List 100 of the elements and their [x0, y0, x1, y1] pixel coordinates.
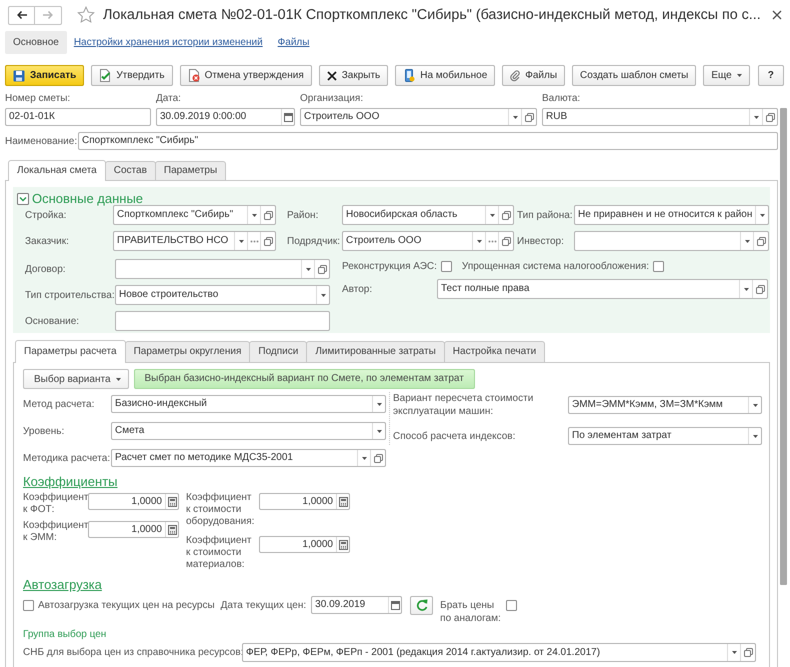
calendar-button[interactable]: [281, 109, 294, 125]
dropdown-button[interactable]: [301, 260, 314, 278]
variant-menu-button[interactable]: Выбор варианта: [23, 369, 129, 389]
tab[interactable]: Подписи: [249, 341, 308, 362]
refresh-button[interactable]: [410, 596, 434, 614]
dropdown-button[interactable]: [755, 206, 768, 224]
open-button[interactable]: [370, 450, 385, 466]
window-title: Локальная смета №02-01-01К Спорткомплекс "Сибирь" (базисно-индексный метод, индексы по с...: [103, 7, 762, 23]
dropdown-button[interactable]: [508, 109, 521, 125]
close-icon[interactable]: [772, 10, 782, 20]
dropdown-field[interactable]: Новое строительство: [115, 285, 330, 305]
tab[interactable]: Настройка печати: [444, 341, 546, 362]
number-field[interactable]: 1,0000: [259, 493, 350, 510]
dropdown-button[interactable]: [372, 423, 385, 439]
dropdown-field[interactable]: [115, 259, 330, 279]
dropdown-field[interactable]: Смета: [111, 422, 386, 440]
section-heading[interactable]: Автозагрузка: [23, 578, 102, 592]
dropdown-button[interactable]: [485, 206, 498, 224]
dropdown-button[interactable]: [748, 397, 761, 413]
dropdown-field[interactable]: Расчет смет по методике МДС35-2001: [111, 449, 386, 467]
close-button[interactable]: Закрыть: [318, 65, 388, 86]
dropdown-field[interactable]: По элементам затрат: [568, 427, 762, 445]
dropdown-field[interactable]: ФЕР, ФЕРр, ФЕРм, ФЕРп - 2001 (редакция 2014 г.актуализир. от 24.01.2017): [242, 643, 756, 662]
tab[interactable]: Параметры: [154, 161, 226, 180]
more-button[interactable]: Еще: [703, 65, 750, 86]
tab[interactable]: Параметры расчета: [15, 340, 126, 363]
field-label: Организация:: [300, 92, 364, 106]
number-field[interactable]: 1,0000: [88, 493, 179, 510]
checkbox[interactable]: [506, 600, 518, 611]
star-icon[interactable]: [77, 6, 95, 24]
open-button[interactable]: [498, 206, 513, 224]
calculator-button[interactable]: [336, 537, 349, 552]
open-button[interactable]: [753, 232, 768, 250]
calendar-icon: [284, 112, 292, 122]
dropdown-field[interactable]: ЭММ=ЭММ*Кэмм, ЗМ=ЗМ*Кэмм: [568, 396, 762, 414]
dropdown-button[interactable]: [357, 450, 370, 466]
save-button[interactable]: Записать: [5, 65, 84, 86]
dropdown-button[interactable]: [234, 232, 247, 250]
open-button[interactable]: [260, 232, 275, 250]
open-button[interactable]: [762, 109, 777, 125]
calculator-button[interactable]: [165, 522, 178, 537]
dots-icon: [488, 240, 496, 242]
checkbox[interactable]: [440, 260, 452, 272]
calculator-button[interactable]: [336, 494, 349, 509]
open-button[interactable]: [498, 232, 513, 250]
dropdown-button[interactable]: [749, 109, 762, 125]
files-button[interactable]: Файлы: [502, 65, 566, 86]
dropdown-field[interactable]: Строитель ООО: [300, 108, 537, 126]
number-field[interactable]: 1,0000: [88, 521, 179, 538]
number-field[interactable]: 1,0000: [259, 536, 350, 553]
create-template-button[interactable]: Создать шаблон сметы: [572, 65, 696, 86]
dropdown-field[interactable]: Базисно-индексный: [111, 395, 386, 413]
section-link[interactable]: Настройки хранения истории изменений: [74, 37, 263, 48]
help-button[interactable]: ?: [758, 65, 784, 86]
dropdown-field[interactable]: Не приравнен и не относится к район: [574, 205, 769, 225]
dropdown-button[interactable]: [740, 232, 753, 250]
cancel-approval-button[interactable]: Отмена утверждения: [180, 65, 312, 86]
approve-button[interactable]: Утвердить: [91, 65, 173, 86]
caret-icon: [760, 214, 764, 216]
dropdown-button[interactable]: [472, 232, 485, 250]
checkbox[interactable]: [23, 600, 34, 610]
dropdown-button[interactable]: [372, 396, 385, 412]
tab[interactable]: Локальная смета: [8, 160, 106, 181]
open-button[interactable]: [260, 206, 275, 224]
tab[interactable]: Параметры округления: [124, 341, 250, 362]
section-tab[interactable]: Основное: [5, 31, 67, 54]
dropdown-field[interactable]: [574, 231, 769, 251]
caret-icon: [490, 214, 494, 216]
dropdown-button[interactable]: [247, 206, 260, 224]
dropdown-field[interactable]: Спорткомплекс "Сибирь": [113, 205, 276, 225]
input-field[interactable]: [115, 311, 330, 331]
dropdown-button[interactable]: [748, 428, 761, 444]
calendar-button[interactable]: [388, 597, 402, 613]
arrow-right-icon: [43, 10, 53, 20]
close-icon: [326, 70, 337, 80]
back-button[interactable]: [8, 6, 35, 24]
open-button[interactable]: [752, 280, 767, 298]
mobile-button[interactable]: На мобильное: [395, 65, 496, 86]
section-heading[interactable]: Коэффициенты: [23, 475, 118, 489]
dropdown-button[interactable]: [316, 286, 329, 304]
dropdown-field[interactable]: Новосибирская область: [342, 205, 514, 225]
calculator-button[interactable]: [165, 494, 178, 509]
tab[interactable]: Состав: [104, 161, 156, 180]
dropdown-field[interactable]: Строитель ООО: [342, 231, 514, 251]
checkbox[interactable]: [653, 260, 664, 272]
date-field[interactable]: 30.09.2019 0:00:00: [156, 108, 295, 126]
input-field[interactable]: 02-01-01К: [5, 108, 151, 126]
dropdown-field[interactable]: ПРАВИТЕЛЬСТВО НСО: [113, 231, 276, 251]
input-field[interactable]: Спорткомплекс "Сибирь": [78, 132, 778, 150]
scrollbar-thumb[interactable]: [780, 108, 787, 585]
section-link[interactable]: Файлы: [278, 37, 310, 48]
tab[interactable]: Лимитированные затраты: [306, 341, 445, 362]
dropdown-field[interactable]: RUB: [542, 108, 778, 126]
dropdown-button[interactable]: [739, 280, 752, 298]
open-button[interactable]: [740, 644, 755, 661]
open-button[interactable]: [314, 260, 329, 278]
dropdown-field[interactable]: Тест полные права: [437, 279, 768, 299]
dropdown-button[interactable]: [727, 644, 740, 661]
date-field[interactable]: 30.09.2019: [311, 596, 402, 614]
open-button[interactable]: [521, 109, 536, 125]
